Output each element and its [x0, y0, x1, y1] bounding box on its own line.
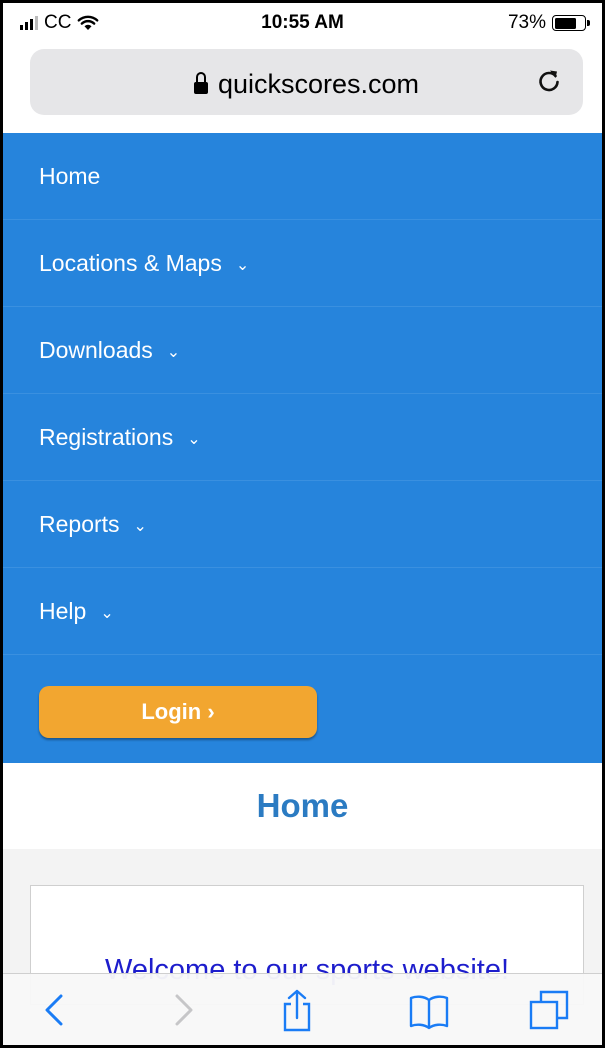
chevron-down-icon: ⌄ [187, 431, 201, 448]
url-host: quickscores.com [217, 69, 420, 99]
status-bar: CC 10:55 AM 73% [3, 3, 602, 43]
tabs-icon[interactable] [527, 988, 571, 1032]
nav-menu: Home Locations & Maps ⌄ Downloads ⌄ Regi… [3, 133, 602, 763]
nav-item-label: Locations & Maps [39, 249, 222, 276]
nav-item-label: Registrations [39, 423, 174, 450]
bookmarks-icon[interactable] [407, 988, 451, 1032]
nav-item-label: Downloads [39, 336, 153, 363]
battery-percent: 73% [507, 12, 546, 33]
chevron-down-icon: ⌄ [100, 605, 114, 622]
nav-item-reports[interactable]: Reports ⌄ [3, 481, 602, 568]
chevron-down-icon: ⌄ [166, 344, 181, 361]
nav-item-downloads[interactable]: Downloads ⌄ [3, 307, 602, 394]
battery-fill [554, 17, 576, 29]
login-button[interactable]: Login › [39, 686, 317, 738]
forward-icon [175, 994, 193, 1026]
battery-icon [552, 15, 590, 31]
chevron-down-icon: ⌄ [235, 257, 250, 274]
share-icon[interactable] [275, 988, 319, 1032]
nav-item-label: Home [39, 162, 101, 189]
phone-screen: CC 10:55 AM 73% quickscores.com Home Loc… [3, 3, 602, 1045]
address-bar[interactable]: quickscores.com [30, 49, 583, 115]
back-icon[interactable] [35, 988, 79, 1032]
nav-item-locations-maps[interactable]: Locations & Maps ⌄ [3, 220, 602, 307]
page-title: Home [3, 763, 602, 849]
nav-item-help[interactable]: Help ⌄ [3, 568, 602, 655]
nav-item-label: Help [39, 597, 87, 624]
nav-item-home[interactable]: Home [3, 133, 602, 220]
lock-icon [193, 71, 208, 95]
content-area: Welcome to our sports website! [3, 849, 602, 1005]
reload-icon[interactable] [535, 67, 563, 95]
chevron-down-icon: ⌄ [133, 518, 147, 535]
nav-item-label: Reports [39, 510, 120, 537]
browser-toolbar [3, 973, 602, 1045]
nav-item-registrations[interactable]: Registrations ⌄ [3, 394, 602, 481]
